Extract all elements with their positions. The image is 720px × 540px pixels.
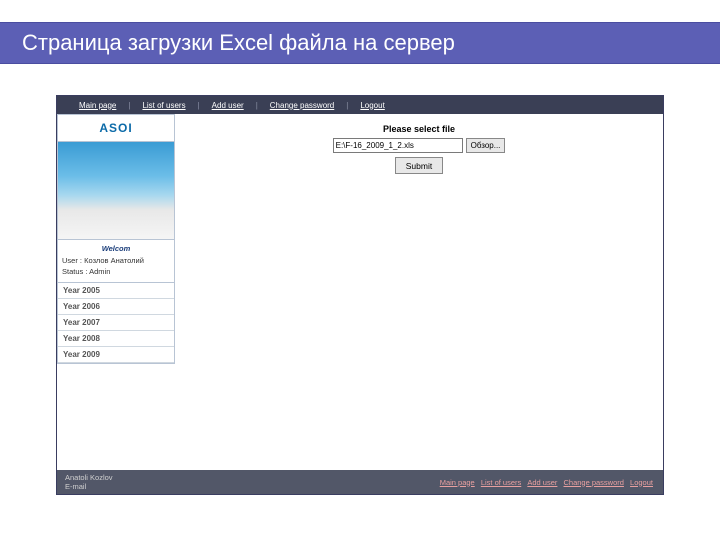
top-nav: Main page | List of users | Add user | C… bbox=[57, 96, 663, 114]
year-item-2008[interactable]: Year 2008 bbox=[58, 331, 174, 347]
file-row: Обзор... bbox=[183, 138, 655, 153]
year-item-2007[interactable]: Year 2007 bbox=[58, 315, 174, 331]
welcome-box: Welcom User : Козлов Анатолий Status : A… bbox=[57, 240, 175, 283]
user-label: User : bbox=[62, 256, 82, 265]
nav-main-page[interactable]: Main page bbox=[67, 101, 128, 110]
year-item-2005[interactable]: Year 2005 bbox=[58, 283, 174, 299]
logo-text: ASOI bbox=[99, 121, 132, 135]
year-item-2006[interactable]: Year 2006 bbox=[58, 299, 174, 315]
status-label: Status : bbox=[62, 267, 87, 276]
footer-link-users[interactable]: List of users bbox=[481, 478, 521, 487]
welcome-title: Welcom bbox=[62, 244, 170, 253]
user-value: Козлов Анатолий bbox=[84, 256, 144, 265]
footer-link-logout[interactable]: Logout bbox=[630, 478, 653, 487]
nav-list-users[interactable]: List of users bbox=[130, 101, 197, 110]
nav-logout[interactable]: Logout bbox=[348, 101, 396, 110]
footer-link-add-user[interactable]: Add user bbox=[527, 478, 557, 487]
footer-link-change-password[interactable]: Change password bbox=[563, 478, 623, 487]
nav-change-password[interactable]: Change password bbox=[258, 101, 346, 110]
logo: ASOI bbox=[57, 114, 175, 142]
upload-prompt: Please select file bbox=[183, 124, 655, 134]
footer-bar: Anatoli Kozlov E-mail Main page List of … bbox=[57, 470, 663, 494]
status-value: Admin bbox=[89, 267, 110, 276]
nav-add-user[interactable]: Add user bbox=[200, 101, 256, 110]
screenshot-frame: Main page | List of users | Add user | C… bbox=[56, 95, 664, 495]
hero-image bbox=[57, 142, 175, 240]
content-row: ASOI Welcom User : Козлов Анатолий Statu… bbox=[57, 114, 663, 470]
browse-button[interactable]: Обзор... bbox=[466, 138, 506, 153]
slide-title-bar: Страница загрузки Excel файла на сервер bbox=[0, 22, 720, 64]
welcome-status: Status : Admin bbox=[62, 267, 170, 276]
year-item-2009[interactable]: Year 2009 bbox=[58, 347, 174, 363]
submit-button[interactable]: Submit bbox=[395, 157, 443, 174]
footer-links: Main page List of users Add user Change … bbox=[438, 478, 655, 487]
footer-author: Anatoli Kozlov bbox=[65, 473, 113, 482]
footer-link-main[interactable]: Main page bbox=[440, 478, 475, 487]
footer-email-label: E-mail bbox=[65, 482, 113, 491]
slide-title: Страница загрузки Excel файла на сервер bbox=[22, 30, 455, 56]
main-area: Please select file Обзор... Submit bbox=[175, 114, 663, 470]
welcome-user: User : Козлов Анатолий bbox=[62, 256, 170, 265]
footer-left: Anatoli Kozlov E-mail bbox=[65, 473, 113, 491]
year-list: Year 2005 Year 2006 Year 2007 Year 2008 … bbox=[57, 283, 175, 364]
file-path-input[interactable] bbox=[333, 138, 463, 153]
sidebar: ASOI Welcom User : Козлов Анатолий Statu… bbox=[57, 114, 175, 470]
